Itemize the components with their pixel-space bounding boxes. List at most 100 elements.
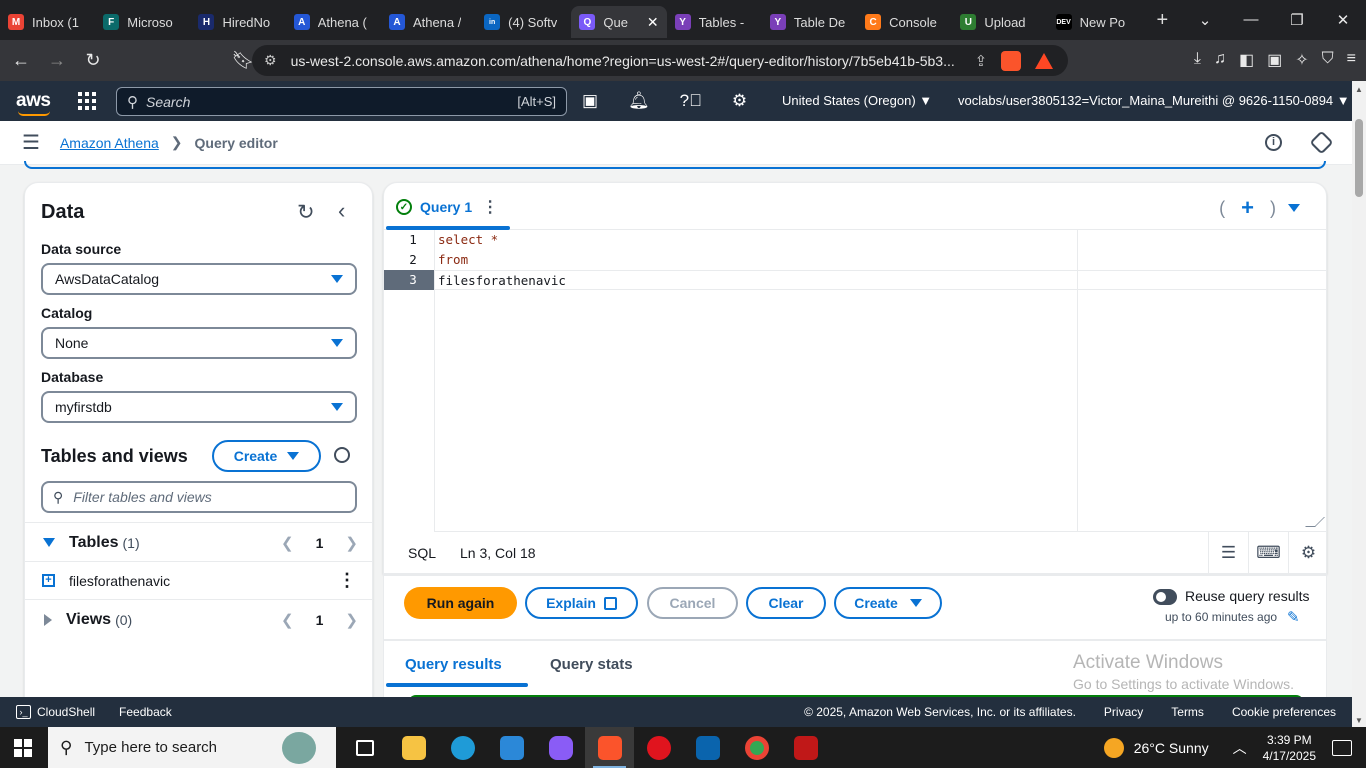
- store-icon[interactable]: [487, 727, 536, 768]
- table-item[interactable]: + filesforathenavic ⋮: [25, 561, 372, 599]
- views-section-header[interactable]: Views (0) ❮ 1 ❯: [25, 599, 372, 639]
- help-icon[interactable]: ?⃝: [680, 91, 702, 111]
- close-window-icon[interactable]: ✕: [1320, 11, 1366, 29]
- pencil-icon[interactable]: ✎: [1287, 608, 1300, 626]
- collapse-panel-icon[interactable]: ‹: [338, 198, 345, 224]
- cloudshell-icon[interactable]: ▣: [582, 91, 598, 111]
- brave-shields-icon[interactable]: [1001, 50, 1022, 71]
- settings-icon[interactable]: ⚙: [732, 91, 747, 111]
- preferences-icon[interactable]: [1309, 130, 1334, 155]
- browser-tab[interactable]: M Inbox (1: [0, 6, 95, 38]
- gear-icon[interactable]: [334, 447, 350, 463]
- database-select[interactable]: myfirstdb: [41, 391, 357, 423]
- tables-page-number[interactable]: 1: [316, 535, 324, 551]
- info-icon[interactable]: i: [1265, 134, 1282, 151]
- share-icon[interactable]: ⇪: [975, 52, 988, 70]
- scrollbar-thumb[interactable]: [1355, 119, 1363, 197]
- account-menu[interactable]: voclabs/user3805132=Victor_Maina_Mureith…: [958, 93, 1350, 108]
- browser-tab[interactable]: Q Que ✕: [571, 6, 667, 38]
- reload-icon[interactable]: ↻: [78, 50, 108, 71]
- download-icon[interactable]: ⤓: [1194, 50, 1201, 70]
- opera-icon[interactable]: [634, 727, 683, 768]
- keyboard-shortcuts-icon[interactable]: ⌨: [1248, 532, 1288, 573]
- code-line[interactable]: from: [435, 250, 1326, 270]
- taskbar-clock[interactable]: 3:39 PM 4/17/2025: [1263, 732, 1316, 764]
- scroll-up-icon[interactable]: ▲: [1355, 85, 1363, 94]
- browser-tab[interactable]: A Athena (: [286, 6, 381, 38]
- tab-menu-caret-icon[interactable]: [1288, 204, 1300, 212]
- tab-query-1[interactable]: ✓ Query 1 ⋮: [396, 197, 498, 217]
- taskbar-search-input[interactable]: ⚲ Type here to search: [48, 727, 336, 768]
- forward-icon[interactable]: →: [42, 50, 72, 71]
- vpn-icon[interactable]: ⛉: [1322, 50, 1334, 70]
- explain-button[interactable]: Explain: [525, 587, 638, 619]
- tab-options-icon[interactable]: ⋮: [482, 197, 498, 217]
- site-info-icon[interactable]: ⚙: [264, 52, 277, 69]
- back-icon[interactable]: ←: [6, 50, 36, 71]
- chrome-icon[interactable]: [732, 727, 781, 768]
- feedback-link[interactable]: Feedback: [119, 705, 172, 719]
- copilot-icon[interactable]: [536, 727, 585, 768]
- next-page-icon[interactable]: ❯: [345, 611, 358, 629]
- region-selector[interactable]: United States (Oregon) ▼: [782, 93, 932, 108]
- edge-icon[interactable]: [438, 727, 487, 768]
- file-explorer-icon[interactable]: [389, 727, 438, 768]
- tab-search-icon[interactable]: ⌄: [1182, 11, 1228, 29]
- scroll-down-icon[interactable]: ▼: [1355, 716, 1363, 725]
- hamburger-menu-icon[interactable]: ☰: [22, 130, 40, 155]
- sidebar-icon[interactable]: ◧: [1239, 50, 1254, 70]
- run-again-button[interactable]: Run again: [404, 587, 517, 619]
- code-line[interactable]: select *: [435, 230, 1326, 250]
- privacy-link[interactable]: Privacy: [1104, 705, 1143, 719]
- brave-rewards-icon[interactable]: [1035, 52, 1054, 69]
- address-bar[interactable]: ⚙ us-west-2.console.aws.amazon.com/athen…: [252, 45, 1068, 76]
- browser-tab[interactable]: in (4) Softv: [476, 6, 571, 38]
- url-text[interactable]: us-west-2.console.aws.amazon.com/athena/…: [291, 53, 963, 69]
- browser-tab[interactable]: Y Table De: [762, 6, 857, 38]
- maximize-icon[interactable]: ❐: [1274, 11, 1320, 29]
- code-lines[interactable]: select * from filesforathenavic: [434, 230, 1326, 532]
- create-button[interactable]: Create: [834, 587, 942, 619]
- previous-page-icon[interactable]: ❮: [281, 534, 294, 552]
- wallet-icon[interactable]: ▣: [1267, 50, 1282, 70]
- browser-tab[interactable]: U Upload: [952, 6, 1047, 38]
- add-query-tab-icon[interactable]: +: [1241, 195, 1254, 221]
- services-menu-icon[interactable]: [78, 92, 97, 110]
- notification-center-icon[interactable]: [1332, 739, 1352, 756]
- brave-browser-icon[interactable]: [585, 727, 634, 768]
- expand-plus-icon[interactable]: +: [42, 574, 55, 587]
- catalog-select[interactable]: None: [41, 327, 357, 359]
- next-page-icon[interactable]: ❯: [345, 534, 358, 552]
- tables-section-header[interactable]: Tables (1) ❮ 1 ❯: [25, 522, 372, 562]
- browser-tab[interactable]: H HiredNo: [190, 6, 285, 38]
- browser-tab[interactable]: C Console: [857, 6, 952, 38]
- page-scrollbar[interactable]: ▲ ▼: [1352, 81, 1366, 727]
- cloudshell-link[interactable]: CloudShell: [37, 705, 95, 719]
- chevron-up-icon[interactable]: ︿: [1233, 738, 1247, 758]
- cloudshell-icon[interactable]: ›_: [16, 705, 31, 719]
- cookie-preferences-link[interactable]: Cookie preferences: [1232, 705, 1336, 719]
- more-actions-icon[interactable]: ⋮: [338, 570, 356, 591]
- aws-logo[interactable]: aws: [16, 90, 51, 116]
- browser-tab[interactable]: F Microso: [95, 6, 190, 38]
- browser-tab[interactable]: Y Tables -: [667, 6, 762, 38]
- browser-tab[interactable]: DEV New Po: [1048, 6, 1143, 38]
- tab-query-stats[interactable]: Query stats: [550, 656, 633, 673]
- notifications-icon[interactable]: 🔔︎: [628, 91, 650, 111]
- minimize-icon[interactable]: —: [1228, 11, 1274, 29]
- create-table-button[interactable]: Create: [212, 440, 321, 472]
- weather-sun-icon[interactable]: [1103, 737, 1124, 758]
- reuse-results-toggle[interactable]: [1153, 589, 1177, 605]
- previous-page-icon[interactable]: ❮: [281, 611, 294, 629]
- menu-icon[interactable]: ≡: [1347, 50, 1356, 70]
- windows-start-icon[interactable]: [14, 738, 32, 757]
- cancel-button[interactable]: Cancel: [647, 587, 738, 619]
- mcafee-icon[interactable]: [781, 727, 830, 768]
- format-query-icon[interactable]: ☰: [1208, 532, 1248, 573]
- table-name[interactable]: filesforathenavic: [69, 573, 170, 589]
- code-line-current[interactable]: filesforathenavic: [435, 270, 1326, 290]
- refresh-icon[interactable]: ↻: [297, 200, 315, 225]
- scroll-right-icon[interactable]: ): [1270, 198, 1276, 219]
- tab-query-results[interactable]: Query results: [405, 656, 502, 673]
- data-source-select[interactable]: AwsDataCatalog: [41, 263, 357, 295]
